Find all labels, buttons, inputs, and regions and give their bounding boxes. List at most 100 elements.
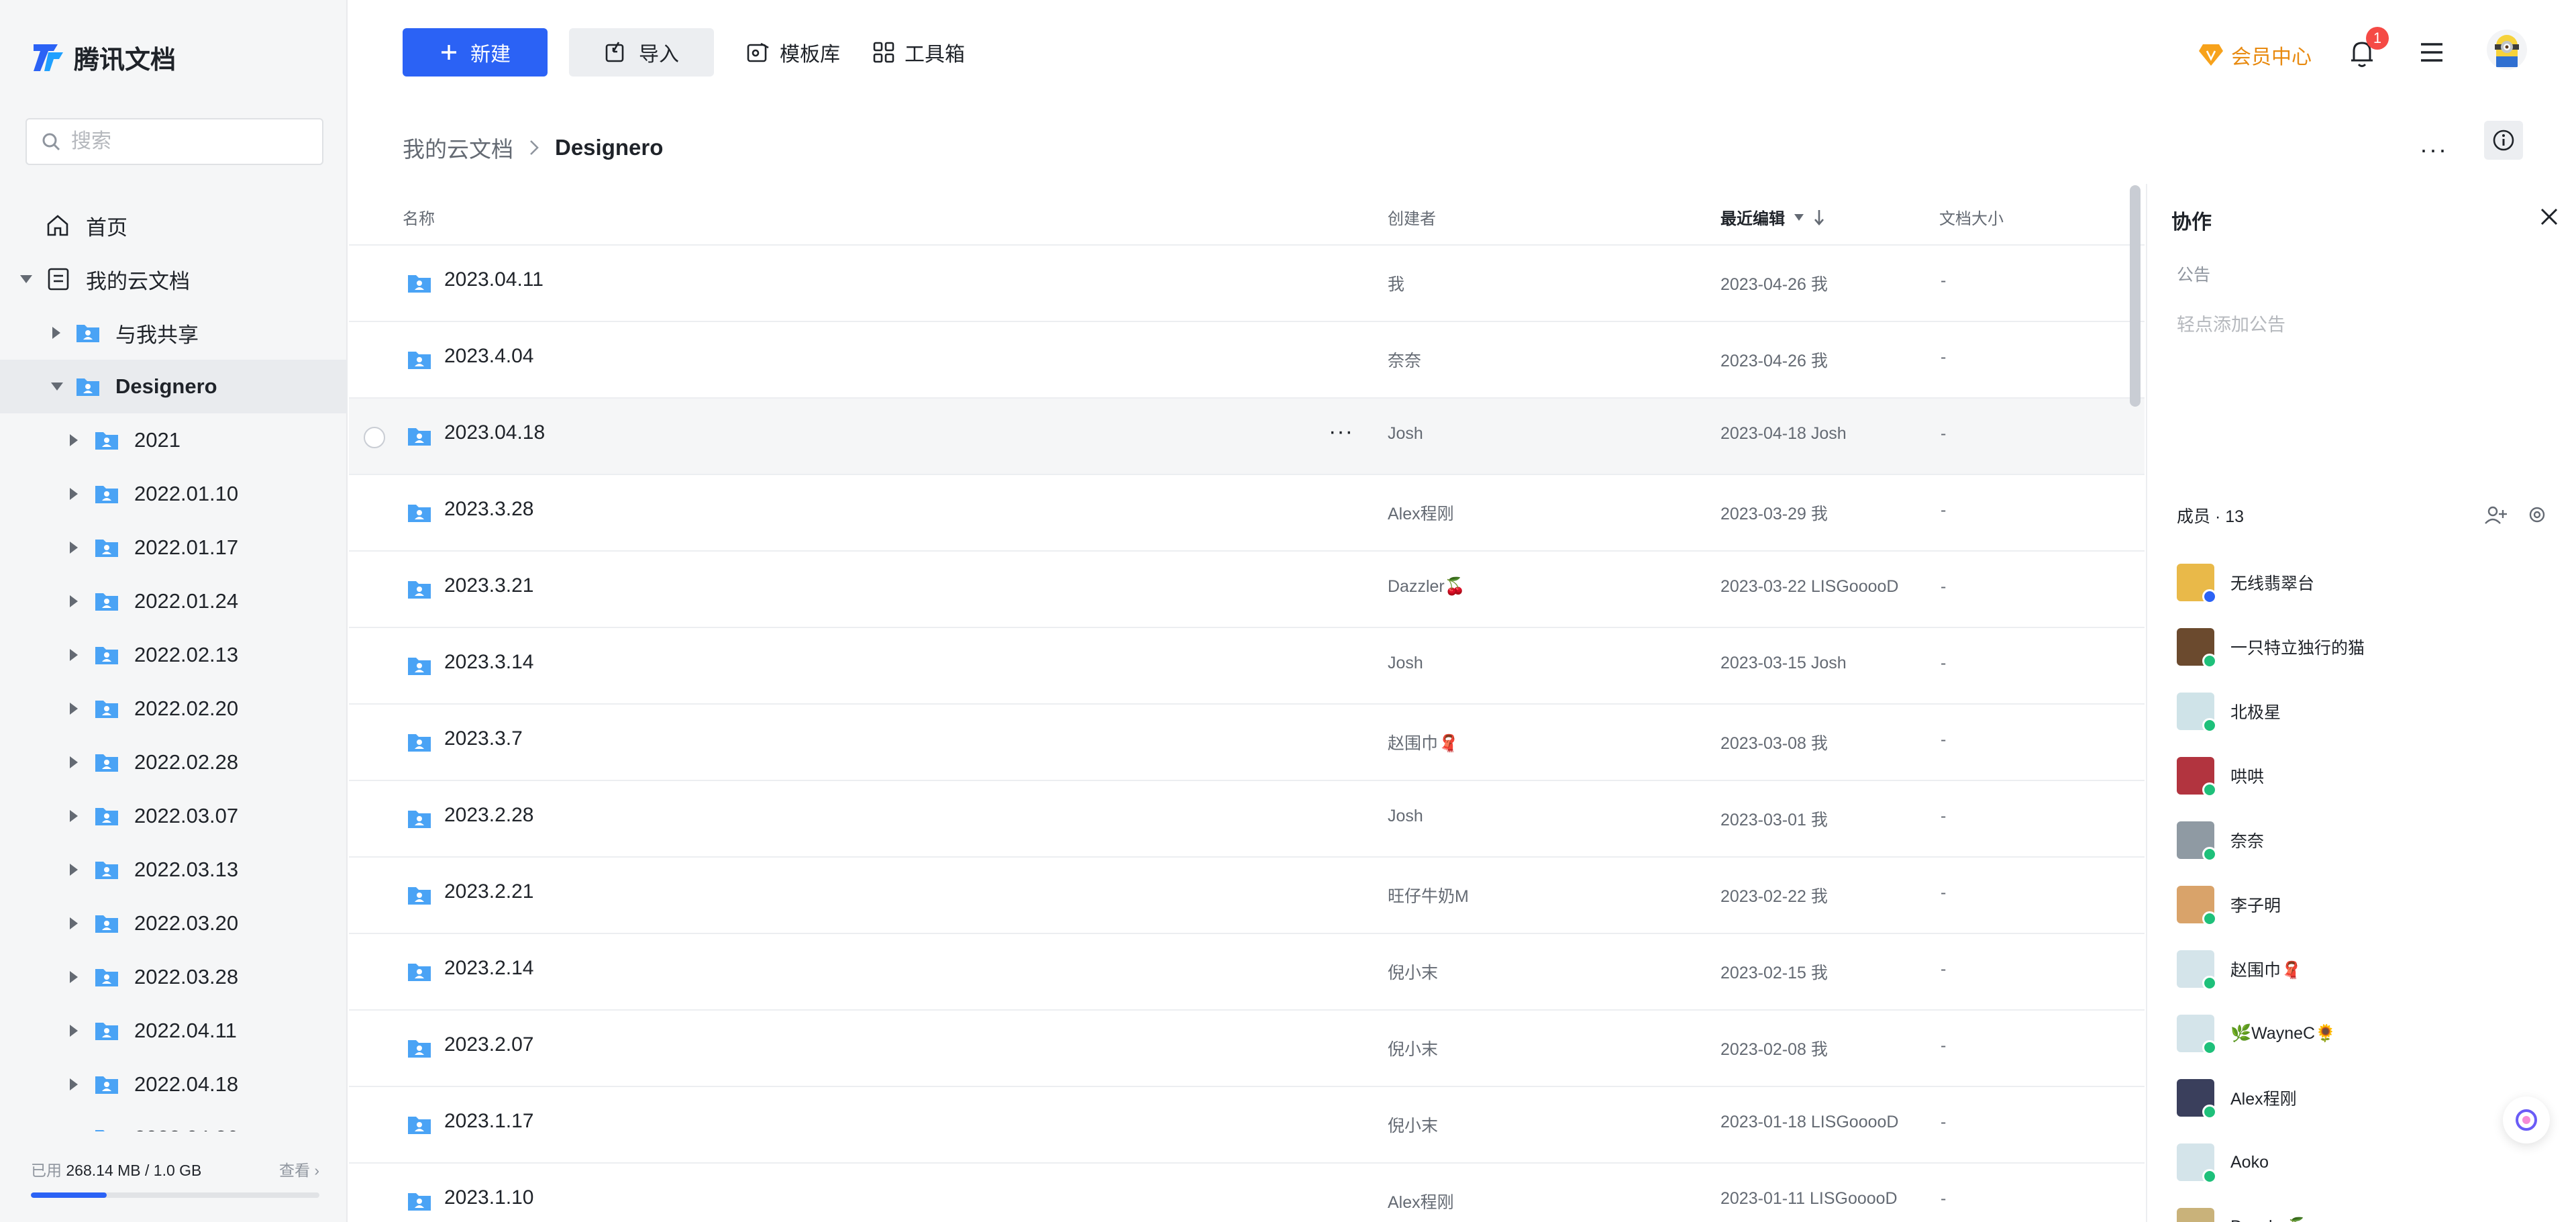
member-item[interactable]: Aoko: [2177, 1130, 2553, 1194]
sidebar-subfolder[interactable]: 2022.03.13: [0, 843, 348, 897]
vip-center-button[interactable]: 会员中心: [2198, 40, 2312, 70]
column-header-name[interactable]: 名称: [403, 205, 435, 229]
column-header-size[interactable]: 文档大小: [1939, 205, 2004, 229]
chevron-right-icon[interactable]: [70, 810, 78, 822]
sidebar-subfolder[interactable]: 2022.01.10: [0, 467, 348, 521]
table-row[interactable]: 2023.3.28 Alex程刚 2023-03-29 我 -: [349, 475, 2145, 552]
member-item[interactable]: 无线翡翠台: [2177, 550, 2553, 615]
table-row[interactable]: 2023.2.21 旺仔牛奶M 2023-02-22 我 -: [349, 858, 2145, 934]
add-member-icon[interactable]: [2484, 505, 2507, 525]
sidebar-subfolder[interactable]: 2022.03.28: [0, 950, 348, 1004]
file-name[interactable]: 2023.04.11: [444, 268, 544, 291]
member-item[interactable]: 🌿WayneC🌻: [2177, 1001, 2553, 1066]
sidebar-subfolder[interactable]: 2022.02.28: [0, 735, 348, 789]
sidebar-subfolder[interactable]: 2021: [0, 413, 348, 467]
storage-view-link[interactable]: 查看 ›: [279, 1158, 319, 1180]
chevron-right-icon[interactable]: [70, 595, 78, 607]
ai-assistant-button[interactable]: [2503, 1097, 2550, 1143]
chevron-right-icon[interactable]: [70, 542, 78, 554]
file-name[interactable]: 2023.2.21: [444, 880, 533, 903]
table-row[interactable]: 2023.1.10 Alex程刚 2023-01-11 LISGooooD -: [349, 1164, 2145, 1222]
member-item[interactable]: 哄哄: [2177, 744, 2553, 808]
chevron-right-icon[interactable]: [70, 864, 78, 876]
member-item[interactable]: 北极星: [2177, 679, 2553, 744]
chevron-right-icon[interactable]: [70, 1025, 78, 1037]
member-item[interactable]: 李子明: [2177, 872, 2553, 937]
app-logo[interactable]: 腾讯文档: [31, 39, 176, 76]
row-more-icon[interactable]: ···: [1329, 419, 1353, 445]
chevron-right-icon[interactable]: [70, 488, 78, 500]
file-name[interactable]: 2023.4.04: [444, 345, 533, 368]
sidebar-item-shared[interactable]: 与我共享: [0, 306, 348, 360]
table-row[interactable]: 2023.04.18 ··· Josh 2023-04-18 Josh -: [349, 399, 2145, 475]
chevron-down-icon[interactable]: [20, 275, 32, 283]
file-name[interactable]: 2023.2.28: [444, 804, 533, 827]
info-button[interactable]: [2484, 121, 2523, 160]
table-row[interactable]: 2023.04.11 我 2023-04-26 我 -: [349, 246, 2145, 322]
sidebar-subfolder[interactable]: 2022.01.17: [0, 521, 348, 574]
breadcrumb-root[interactable]: 我的云文档: [403, 132, 513, 164]
sidebar-item-my-docs[interactable]: 我的云文档: [0, 252, 348, 306]
chevron-right-icon[interactable]: [52, 327, 60, 339]
search-input[interactable]: [71, 130, 313, 153]
sidebar-subfolder[interactable]: 2022.03.07: [0, 789, 348, 843]
table-row[interactable]: 2023.4.04 奈奈 2023-04-26 我 -: [349, 322, 2145, 399]
chevron-right-icon[interactable]: [70, 756, 78, 768]
caret-down-icon[interactable]: [1793, 213, 1805, 222]
file-name[interactable]: 2023.3.21: [444, 574, 533, 597]
table-scrollbar[interactable]: [2130, 185, 2141, 407]
sidebar-subfolder[interactable]: 2022.04.11: [0, 1004, 348, 1058]
file-name[interactable]: 2023.3.14: [444, 651, 533, 674]
file-name[interactable]: 2023.3.28: [444, 498, 533, 521]
table-row[interactable]: 2023.3.7 赵围巾🧣 2023-03-08 我 -: [349, 705, 2145, 781]
member-item[interactable]: Alex程刚: [2177, 1066, 2553, 1130]
table-row[interactable]: 2023.2.07 倪小末 2023-02-08 我 -: [349, 1011, 2145, 1087]
import-button[interactable]: 导入: [569, 28, 714, 77]
chevron-right-icon[interactable]: [70, 434, 78, 446]
member-item[interactable]: 一只特立独行的猫: [2177, 615, 2553, 679]
sidebar-subfolder[interactable]: 2022.02.20: [0, 682, 348, 735]
table-row[interactable]: 2023.1.17 倪小末 2023-01-18 LISGooooD -: [349, 1087, 2145, 1164]
sidebar-subfolder[interactable]: 2022.04.18: [0, 1058, 348, 1111]
sidebar-subfolder[interactable]: 2022.03.20: [0, 897, 348, 950]
chevron-right-icon[interactable]: [70, 649, 78, 661]
file-name[interactable]: 2023.1.10: [444, 1186, 533, 1209]
table-row[interactable]: 2023.3.21 Dazzler🍒 2023-03-22 LISGooooD -: [349, 552, 2145, 628]
table-row[interactable]: 2023.3.14 Josh 2023-03-15 Josh -: [349, 628, 2145, 705]
file-name[interactable]: 2023.2.14: [444, 957, 533, 980]
settings-gear-icon[interactable]: [2527, 505, 2547, 525]
notice-input[interactable]: 轻点添加公告: [2177, 310, 2285, 336]
user-avatar[interactable]: [2487, 30, 2527, 70]
chevron-right-icon[interactable]: [70, 1078, 78, 1090]
member-avatar: [2177, 1015, 2217, 1055]
column-header-creator[interactable]: 创建者: [1388, 205, 1436, 229]
row-checkbox[interactable]: [364, 427, 385, 448]
file-name[interactable]: 2023.2.07: [444, 1033, 533, 1056]
chevron-right-icon[interactable]: [70, 971, 78, 983]
file-name[interactable]: 2023.04.18: [444, 421, 545, 444]
chevron-down-icon[interactable]: [51, 383, 63, 391]
chevron-right-icon[interactable]: [70, 917, 78, 929]
table-row[interactable]: 2023.2.28 Josh 2023-03-01 我 -: [349, 781, 2145, 858]
chevron-right-icon[interactable]: [70, 703, 78, 715]
more-options-icon[interactable]: ···: [2420, 136, 2448, 164]
sidebar-subfolder[interactable]: 2022.02.13: [0, 628, 348, 682]
templates-button[interactable]: 模板库: [746, 38, 840, 67]
new-button[interactable]: 新建: [403, 28, 548, 77]
close-icon[interactable]: [2539, 207, 2559, 227]
sidebar-subfolder[interactable]: 2022.01.24: [0, 574, 348, 628]
menu-icon[interactable]: [2420, 42, 2444, 63]
sidebar-subfolder[interactable]: 2022.04.26: [0, 1111, 348, 1131]
member-item[interactable]: Dazzler🍒: [2177, 1194, 2553, 1222]
sort-down-arrow-icon[interactable]: [1813, 209, 1825, 226]
file-name[interactable]: 2023.1.17: [444, 1110, 533, 1133]
member-item[interactable]: 奈奈: [2177, 808, 2553, 872]
search-box[interactable]: [25, 118, 323, 165]
sidebar-item-home[interactable]: 首页: [0, 199, 348, 252]
sidebar-item-designero[interactable]: Designero: [0, 360, 348, 413]
file-name[interactable]: 2023.3.7: [444, 727, 523, 750]
toolbox-button[interactable]: 工具箱: [872, 38, 965, 67]
member-item[interactable]: 赵围巾🧣: [2177, 937, 2553, 1001]
column-header-edited[interactable]: 最近编辑: [1720, 205, 1825, 229]
table-row[interactable]: 2023.2.14 倪小末 2023-02-15 我 -: [349, 934, 2145, 1011]
